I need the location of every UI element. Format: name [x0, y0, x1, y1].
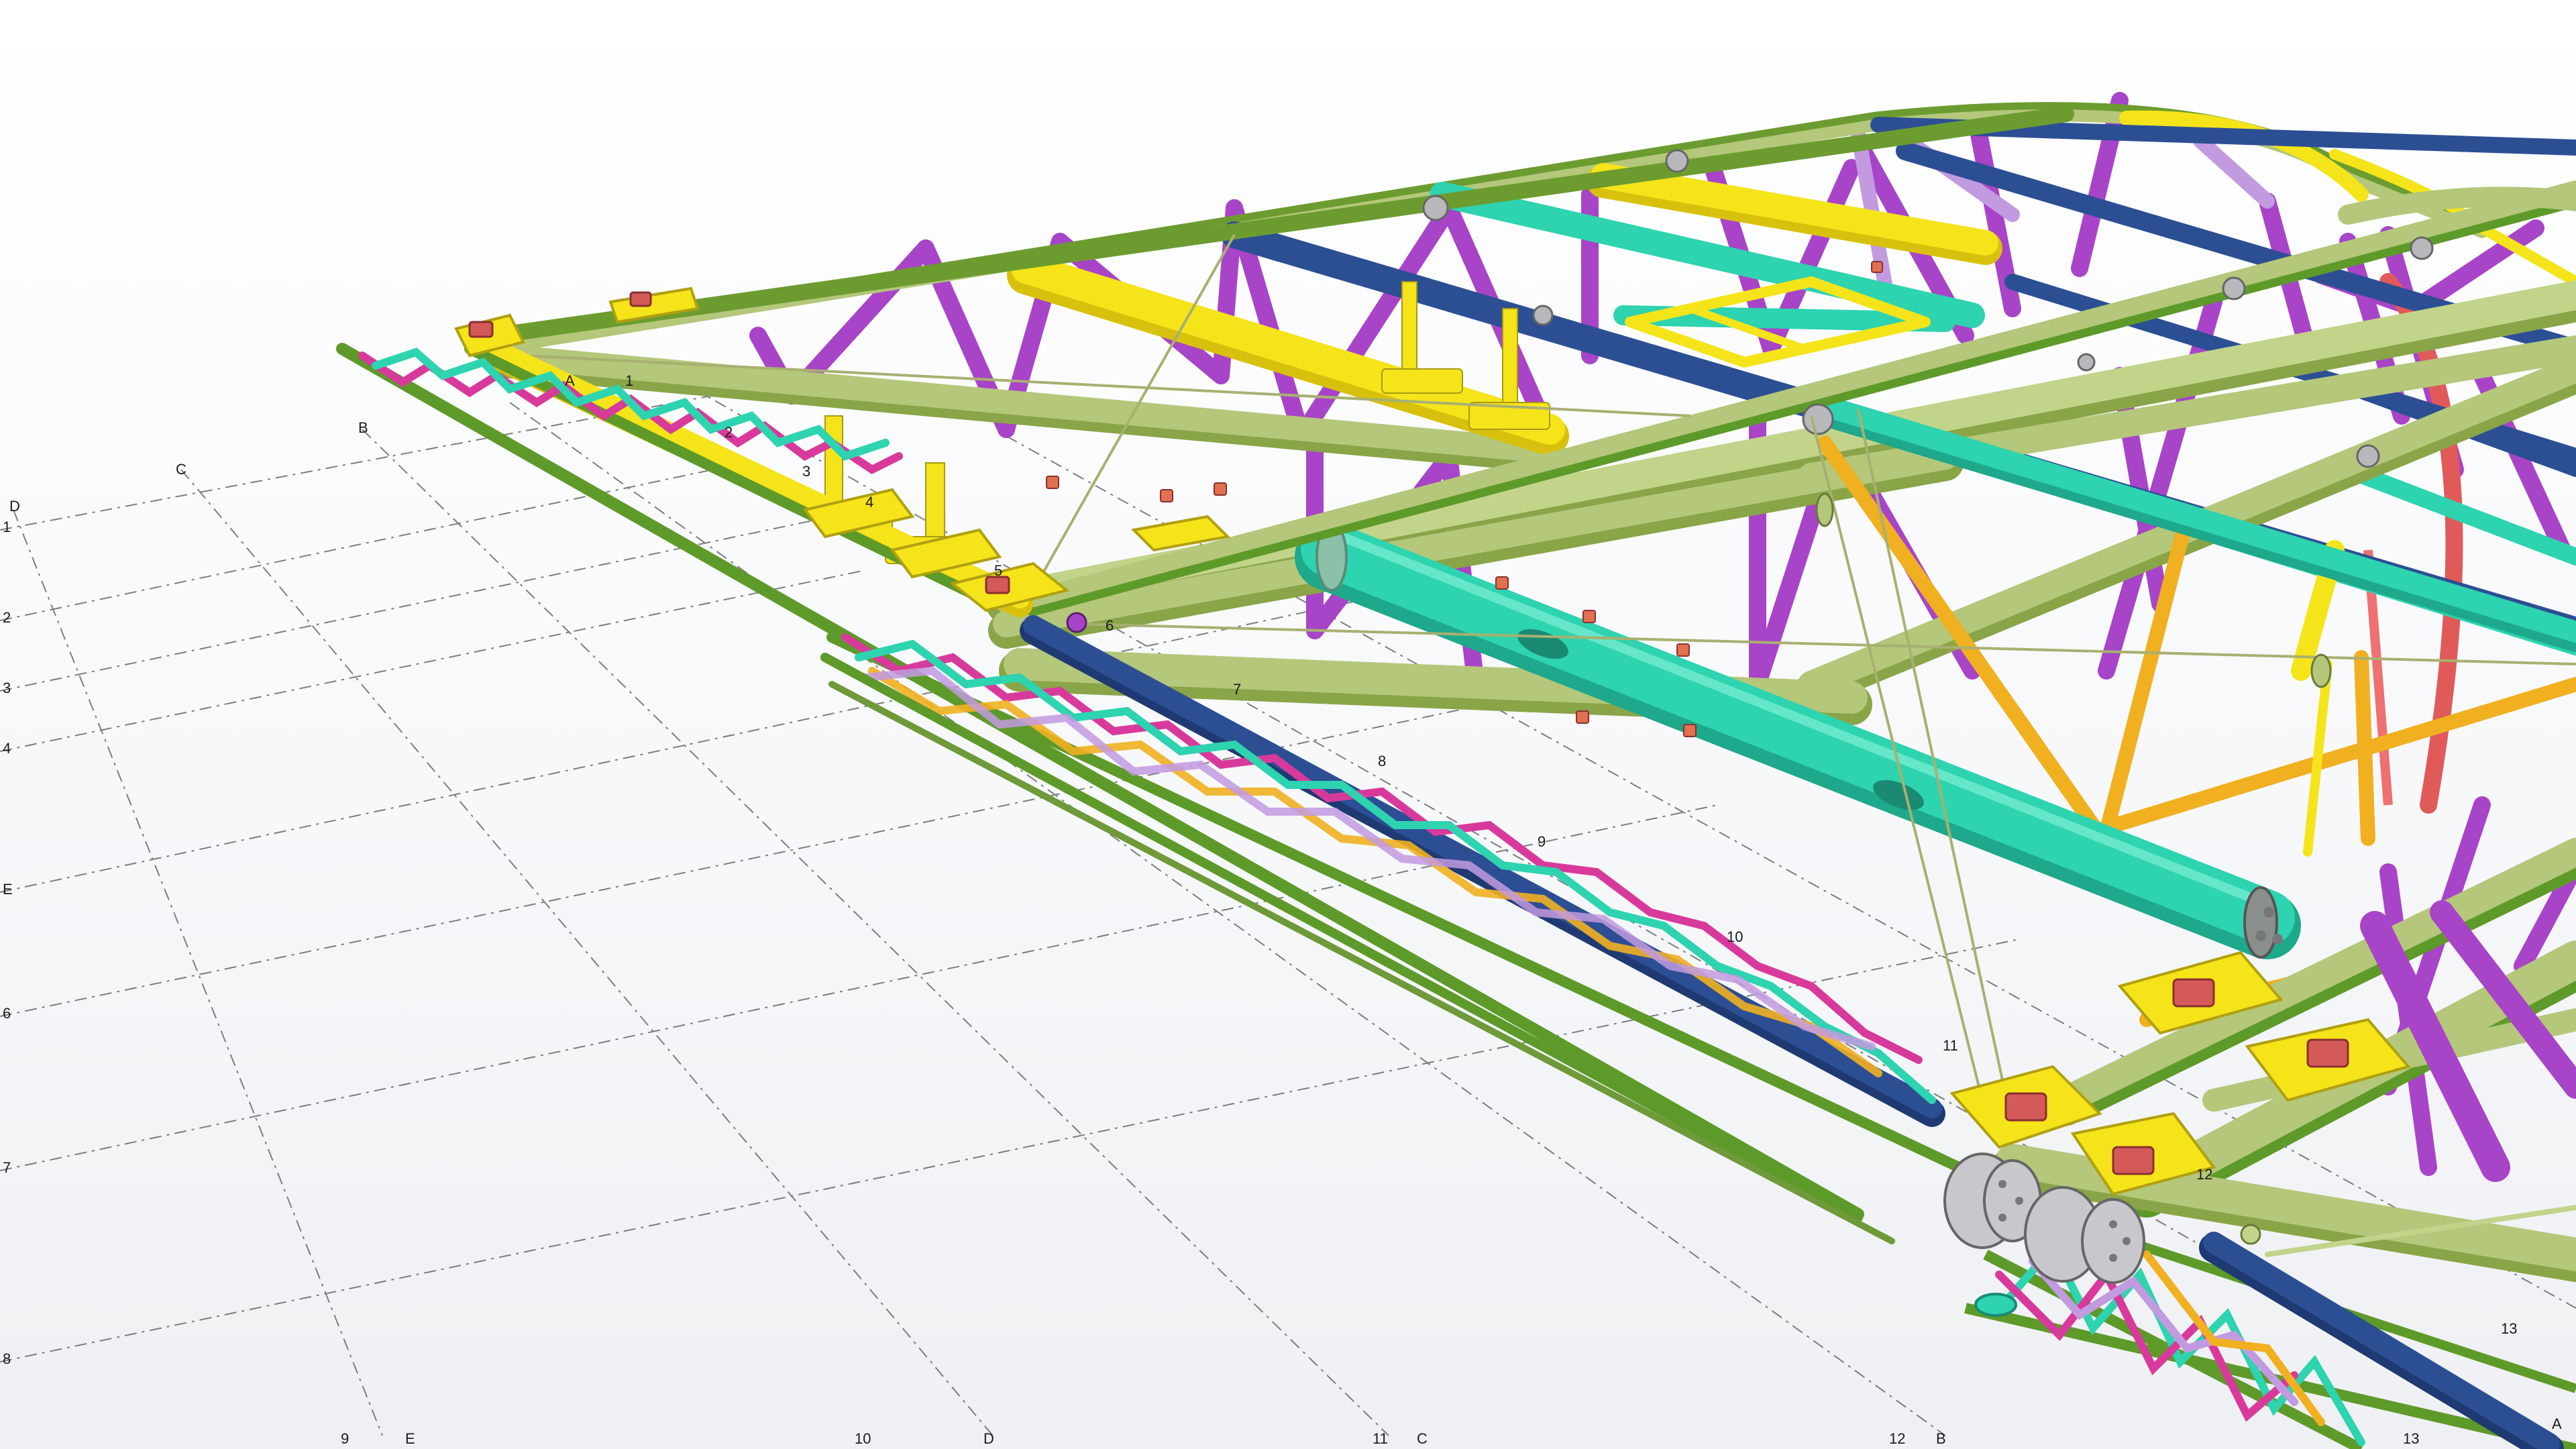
- grid-label: 4: [3, 740, 11, 757]
- grid-label: 6: [3, 1005, 11, 1022]
- structural-model-scene[interactable]: D 1 2 3 4 E 6 7 8 B C 9 E 10 D 11 C 12 B…: [0, 0, 2576, 1449]
- station-label: A: [565, 372, 575, 389]
- grid-label: 12: [1889, 1430, 1905, 1447]
- grid-label: E: [3, 881, 13, 898]
- grid-label: 10: [855, 1430, 871, 1447]
- grid-label: C: [176, 461, 186, 478]
- station-label: 2: [724, 424, 733, 441]
- station-label: 11: [1943, 1037, 1958, 1054]
- grid-label: B: [358, 419, 368, 436]
- grid-label: D: [9, 498, 20, 515]
- station-label: 12: [2196, 1166, 2212, 1183]
- grid-label: 11: [1373, 1430, 1388, 1447]
- station-label: 13: [2501, 1320, 2517, 1337]
- grid-labels-bottom: 9 E 10 D 11 C 12 B 13 A: [341, 1415, 2562, 1447]
- grid-label: D: [983, 1430, 994, 1447]
- station-label: 3: [802, 463, 810, 480]
- grid-label: 2: [3, 609, 11, 626]
- grid-label: 9: [341, 1430, 349, 1447]
- station-label: 1: [625, 372, 633, 389]
- station-label: 10: [1727, 928, 1743, 945]
- grid-label: E: [405, 1430, 415, 1447]
- station-label: 6: [1106, 617, 1114, 634]
- grid-label: 7: [3, 1159, 11, 1176]
- grid-label: 3: [3, 680, 11, 696]
- grid-labels-left: D 1 2 3 4 E 6 7 8 B C: [3, 419, 368, 1367]
- station-label: 5: [994, 562, 1002, 579]
- grid-label: A: [2552, 1415, 2562, 1432]
- grid-label: B: [1936, 1430, 1946, 1447]
- station-label: 4: [865, 494, 873, 511]
- station-label: 7: [1233, 681, 1241, 698]
- grid-label: 13: [2403, 1430, 2419, 1447]
- grid-label: 1: [3, 519, 11, 535]
- grid-label: 8: [3, 1350, 11, 1367]
- station-label: 8: [1378, 753, 1386, 769]
- station-label: 9: [1538, 833, 1546, 850]
- 3d-model-viewport[interactable]: D 1 2 3 4 E 6 7 8 B C 9 E 10 D 11 C 12 B…: [0, 0, 2576, 1449]
- grid-label: C: [1417, 1430, 1428, 1447]
